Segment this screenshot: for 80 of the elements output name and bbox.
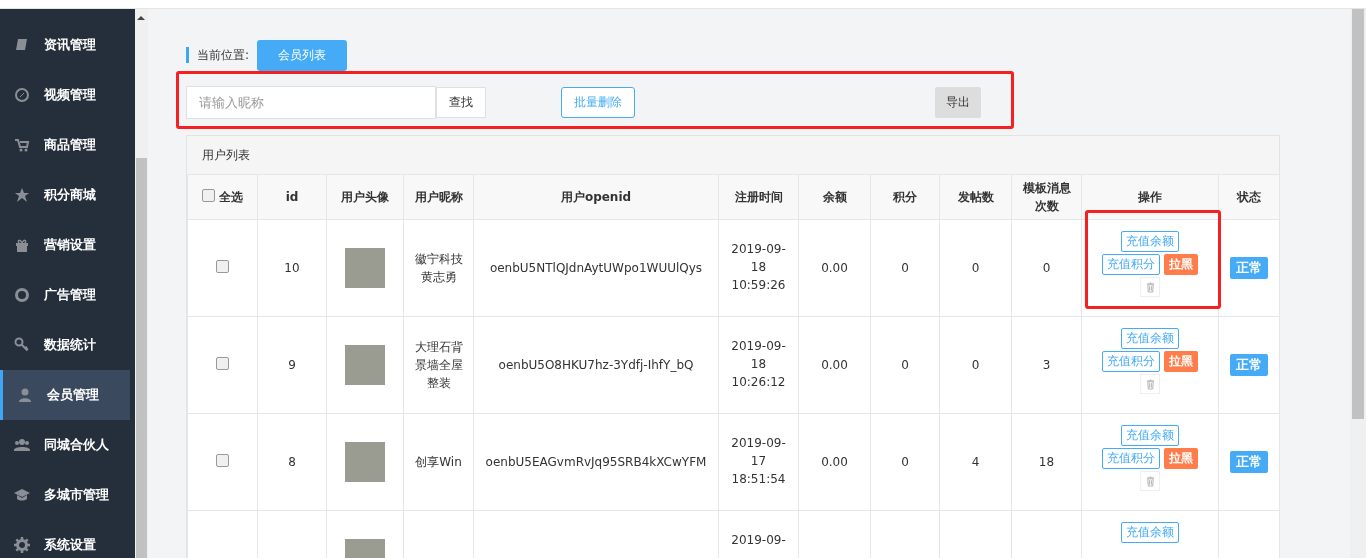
header-cell: id <box>257 174 327 220</box>
header-cell: 用户头像 <box>326 174 404 220</box>
header-cell: 发帖数 <box>939 174 1012 220</box>
status-badge: 正常 <box>1230 354 1268 376</box>
table-cell: 9 <box>288 358 296 372</box>
table-cell: 大理石背景墙全屋整装 <box>414 340 463 390</box>
star-icon <box>14 187 30 203</box>
table-cell: 0 <box>971 261 980 275</box>
delete-button[interactable] <box>1140 471 1160 491</box>
photo-placeholder <box>345 248 385 288</box>
row-checkbox[interactable] <box>216 454 229 467</box>
trash-icon <box>1145 281 1155 293</box>
cap-icon <box>14 487 30 503</box>
trash-icon <box>1145 378 1155 390</box>
gift-icon <box>14 237 30 253</box>
panel-title: 用户列表 <box>202 146 250 164</box>
row-checkbox[interactable] <box>216 260 229 273</box>
search-button[interactable]: 查找 <box>436 86 486 118</box>
gear-icon <box>14 537 30 553</box>
sidebar-item[interactable]: 广告管理 <box>0 270 135 320</box>
header-cell: 状态 <box>1218 174 1280 220</box>
header-cell: 用户昵称 <box>403 174 474 220</box>
trash-icon <box>1145 475 1155 487</box>
table-cell: 0 <box>901 261 909 275</box>
table-cell: 0 <box>1042 261 1051 275</box>
table-cell: 创享Win <box>415 455 462 469</box>
table-cell: oenbU5EAGvmRvJq95SRB4kXCwYFM <box>485 455 707 469</box>
header-cell: 模板消息次数 <box>1011 174 1082 220</box>
table-cell: oenbU5NTlQJdnAytUWpo1WUUlQys <box>489 261 703 275</box>
table-cell: 0 <box>901 455 909 469</box>
export-button[interactable]: 导出 <box>935 86 981 118</box>
table-cell: 徽宁科技黄志勇 <box>414 252 463 284</box>
sidebar-item[interactable]: 同城合伙人 <box>0 420 135 470</box>
select-all-checkbox[interactable] <box>201 189 215 202</box>
sidebar-item[interactable]: 视频管理 <box>0 70 135 120</box>
header-cell: 积分 <box>870 174 940 220</box>
table-cell: 2019-09-18 10:59:26 <box>731 242 786 292</box>
sidebar-item[interactable]: 积分商城 <box>0 170 135 220</box>
table-cell: 2019-09-18 10:26:12 <box>731 339 786 389</box>
table-cell: 0 <box>901 358 909 372</box>
sidebar-item[interactable]: 会员管理 <box>0 370 130 420</box>
header-cell: 用户openid <box>473 174 719 220</box>
ring-icon <box>14 287 30 303</box>
user-icon <box>17 387 33 403</box>
table-cell: 2019-09-17 18:51:54 <box>731 436 786 486</box>
sidebar-item[interactable]: 营销设置 <box>0 220 135 270</box>
table-cell: 10 <box>284 261 300 275</box>
table-cell: 4 <box>971 455 980 469</box>
table-cell: 0.00 <box>821 358 848 372</box>
compass-icon <box>14 87 30 103</box>
table-cell: 18 <box>1038 455 1055 469</box>
sidebar-item[interactable]: 商品管理 <box>0 120 135 170</box>
header-cell: 全选 <box>187 174 258 220</box>
key-icon <box>14 337 30 353</box>
users-icon <box>14 437 30 453</box>
header-cell: 余额 <box>798 174 871 220</box>
table-cell: oenbU5O8HKU7hz-3Ydfj-IhfY_bQ <box>498 358 694 372</box>
book-icon <box>14 37 30 53</box>
sidebar-item[interactable]: 系统设置 <box>0 520 135 558</box>
row-checkbox[interactable] <box>216 357 229 370</box>
status-badge: 正常 <box>1230 451 1268 473</box>
breadcrumb-label: 当前位置: <box>197 46 250 64</box>
photo-placeholder <box>345 345 385 385</box>
sidebar-item[interactable]: 资讯管理 <box>0 20 135 70</box>
photo-placeholder <box>345 442 385 482</box>
cart-icon <box>14 137 30 153</box>
table-cell: 3 <box>1042 358 1051 372</box>
sidebar-item[interactable]: 多城市管理 <box>0 470 135 520</box>
delete-button[interactable] <box>1140 277 1160 297</box>
header-cell: 操作 <box>1081 174 1219 220</box>
table-cell: 0.00 <box>821 261 848 275</box>
header-cell: 注册时间 <box>718 174 799 220</box>
table-cell: 0 <box>971 358 980 372</box>
sidebar-item[interactable]: 数据统计 <box>0 320 135 370</box>
table-cell: 2019-09- <box>731 533 786 547</box>
status-badge: 正常 <box>1230 257 1268 279</box>
delete-button[interactable] <box>1140 374 1160 394</box>
search-field[interactable]: 请输入昵称 <box>186 85 436 119</box>
table-cell: 0.00 <box>821 455 848 469</box>
table-cell: 8 <box>288 455 296 469</box>
